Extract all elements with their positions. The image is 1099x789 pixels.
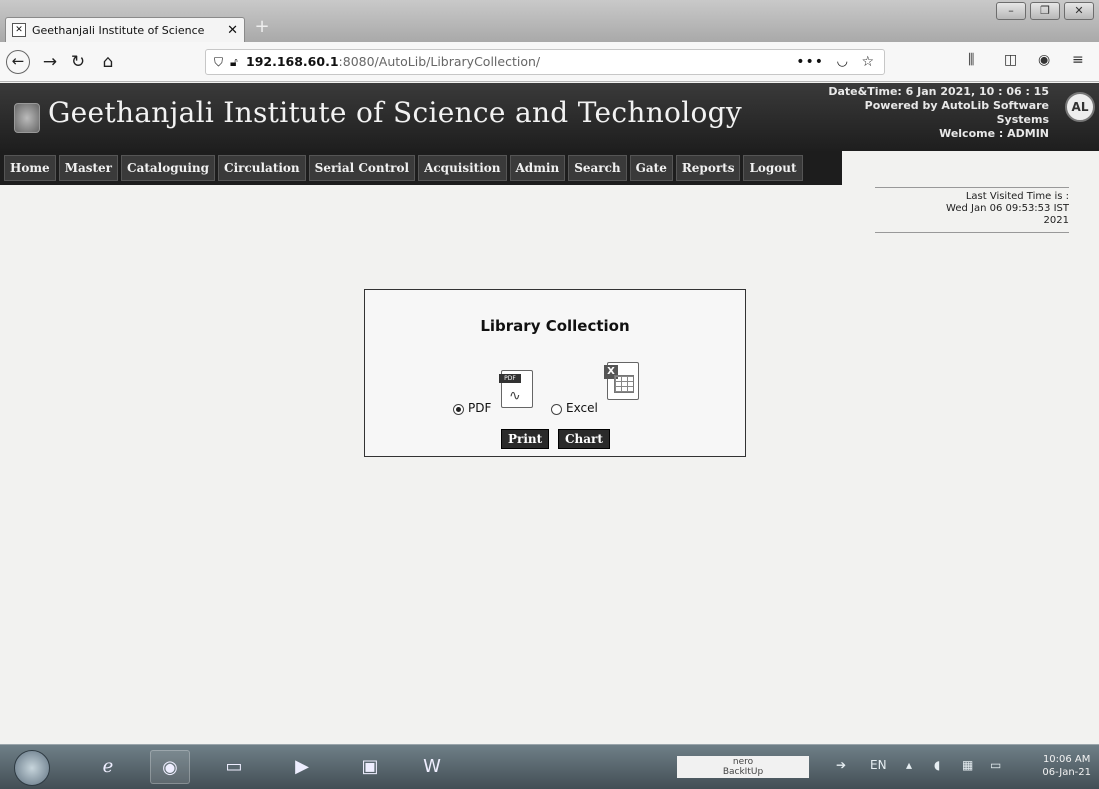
header-datetime: Date&Time: 6 Jan 2021, 10 : 06 : 15: [828, 85, 1049, 98]
sidebar-icon[interactable]: ◫: [1004, 52, 1017, 68]
clock-date: 06-Jan-21: [1042, 767, 1091, 778]
library-icon[interactable]: ⫼: [968, 52, 974, 68]
url-bar[interactable]: ⛉ 🔓︎ 192.168.60.1:8080/AutoLib/LibraryCo…: [205, 49, 885, 75]
insecure-lock-icon: 🔓︎: [230, 55, 238, 69]
action-center-icon[interactable]: ▭: [990, 758, 1001, 772]
url-host: 192.168.60.1: [246, 54, 339, 69]
format-options: PDF PDF ∿ Excel X: [445, 362, 675, 418]
autolib-logo: AL: [1065, 92, 1095, 122]
tab-title: Geethanjali Institute of Science: [32, 23, 205, 37]
bookmark-star-icon[interactable]: ☆: [861, 50, 874, 74]
menu-serial-control[interactable]: Serial Control: [308, 155, 416, 181]
windows-taskbar: ℯ ◉ ▭ ▶ ▣ W nero BackItUp ➔ EN ▴ ◖ ▦ ▭ 1…: [0, 744, 1099, 789]
site-header: Geethanjali Institute of Science and Tec…: [0, 83, 1099, 151]
pdf-badge: PDF: [499, 374, 521, 383]
minimize-button[interactable]: –: [996, 2, 1026, 20]
menu-home[interactable]: Home: [4, 155, 56, 181]
volume-icon[interactable]: ◖: [934, 758, 940, 772]
close-window-button[interactable]: ✕: [1064, 2, 1094, 20]
menu-reports[interactable]: Reports: [675, 155, 741, 181]
print-button[interactable]: Print: [501, 429, 550, 449]
system-clock[interactable]: 10:06 AM 06-Jan-21: [1042, 753, 1091, 779]
library-collection-panel: Library Collection PDF PDF ∿ Excel X Pri…: [364, 289, 746, 457]
tab-close-icon[interactable]: ✕: [227, 23, 238, 38]
powered-by-line1: Powered by AutoLib Software: [864, 99, 1049, 112]
menu-master[interactable]: Master: [58, 155, 119, 181]
firefox-icon[interactable]: ◉: [150, 750, 190, 784]
panel-title: Library Collection: [480, 317, 630, 335]
url-path: :8080/AutoLib/LibraryCollection/: [338, 54, 541, 69]
pocket-icon[interactable]: ◡: [837, 50, 848, 74]
browser-titlebar: ✕ Geethanjali Institute of Science ✕ + –…: [0, 0, 1099, 42]
menu-search[interactable]: Search: [568, 155, 627, 181]
header-info: Date&Time: 6 Jan 2021, 10 : 06 : 15 Powe…: [828, 85, 1049, 141]
nero-label: nero: [732, 757, 754, 767]
last-visited-label: Last Visited Time is :: [965, 191, 1069, 202]
back-button[interactable]: ←: [6, 50, 30, 74]
pdf-radio[interactable]: [453, 404, 464, 415]
shield-icon: ⛉: [214, 55, 224, 69]
menu-cataloguing[interactable]: Cataloguing: [121, 155, 216, 181]
site-title: Geethanjali Institute of Science and Tec…: [48, 96, 742, 129]
menu-acquisition[interactable]: Acquisition: [418, 155, 507, 181]
pdf-file-icon: PDF ∿: [499, 370, 533, 408]
network-arrow-icon[interactable]: ➔: [836, 758, 846, 772]
media-player-icon[interactable]: ▶: [282, 750, 322, 784]
new-tab-button[interactable]: +: [252, 18, 272, 38]
account-icon[interactable]: ◉: [1038, 52, 1050, 68]
tray-expand-icon[interactable]: ▴: [906, 758, 912, 772]
photo-viewer-icon[interactable]: ▣: [350, 750, 390, 784]
forward-button[interactable]: →: [38, 50, 62, 74]
nero-sub: BackItUp: [722, 767, 764, 777]
welcome-user: Welcome : ADMIN: [939, 127, 1049, 140]
browser-navbar: ← → ↻ ⌂ ⛉ 🔓︎ 192.168.60.1:8080/AutoLib/L…: [0, 42, 1099, 82]
reload-button[interactable]: ↻: [66, 50, 90, 74]
menu-gate[interactable]: Gate: [629, 155, 673, 181]
network-icon[interactable]: ▦: [962, 758, 973, 772]
browser-tab[interactable]: ✕ Geethanjali Institute of Science ✕: [5, 17, 245, 42]
language-indicator[interactable]: EN: [870, 758, 887, 772]
main-menu: Home Master Cataloguing Circulation Seri…: [0, 151, 1099, 185]
page-actions-button[interactable]: •••: [796, 50, 824, 74]
last-visited-box: Last Visited Time is : Wed Jan 06 09:53:…: [875, 187, 1069, 233]
last-visited-value: Wed Jan 06 09:53:53 IST: [946, 203, 1069, 214]
menu-logout[interactable]: Logout: [743, 155, 803, 181]
acrobat-swoosh-icon: ∿: [509, 388, 521, 404]
word-icon[interactable]: W: [412, 750, 452, 784]
start-button[interactable]: [14, 750, 50, 786]
menu-circulation[interactable]: Circulation: [218, 155, 306, 181]
spreadsheet-grid-icon: [614, 375, 634, 393]
maximize-button[interactable]: ❐: [1030, 2, 1060, 20]
excel-radio[interactable]: [551, 404, 562, 415]
pdf-label: PDF: [468, 401, 492, 415]
nero-backitup-widget[interactable]: nero BackItUp: [677, 756, 809, 778]
menu-admin[interactable]: Admin: [509, 155, 566, 181]
excel-label: Excel: [566, 401, 598, 415]
internet-explorer-icon[interactable]: ℯ: [88, 750, 128, 784]
favicon-icon: ✕: [12, 23, 26, 37]
powered-by-line2: Systems: [996, 113, 1049, 126]
last-visited-year: 2021: [1043, 215, 1069, 226]
clock-time: 10:06 AM: [1042, 754, 1091, 765]
file-explorer-icon[interactable]: ▭: [214, 750, 254, 784]
chart-button[interactable]: Chart: [558, 429, 610, 449]
excel-file-icon: X: [604, 362, 639, 400]
home-icon[interactable]: ⌂: [96, 50, 120, 74]
institute-logo: [14, 103, 40, 133]
menu-icon[interactable]: ≡: [1072, 52, 1084, 68]
